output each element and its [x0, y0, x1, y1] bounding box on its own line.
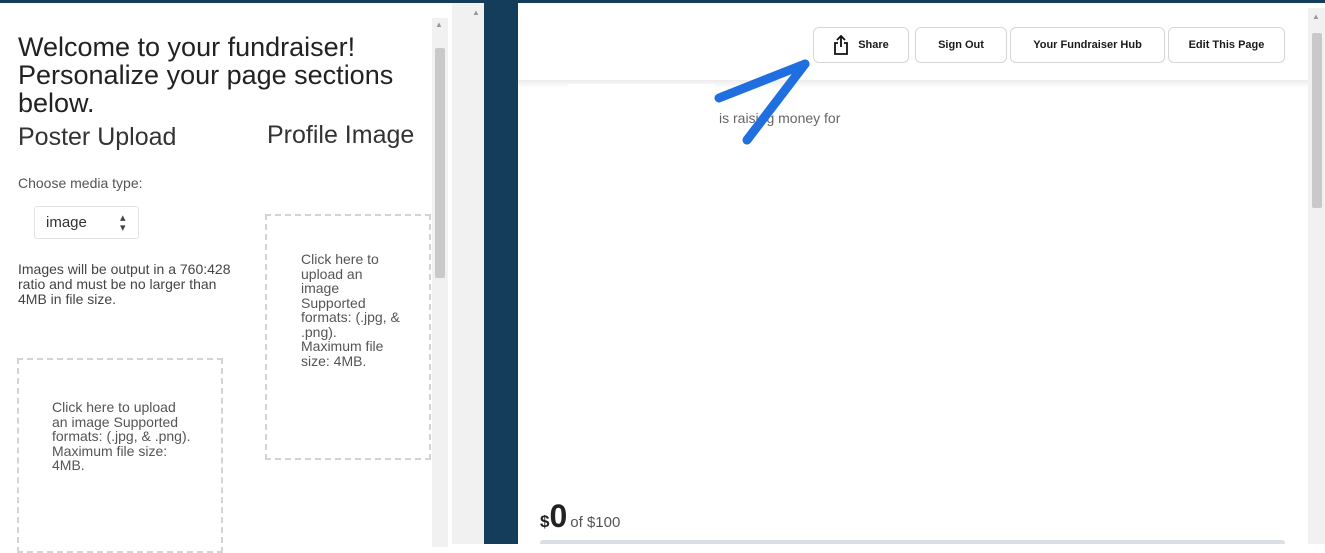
scroll-up-icon[interactable]: ▲	[472, 8, 480, 17]
chevron-up-down-icon: ▴ ▾	[120, 212, 126, 234]
poster-upload-dropzone[interactable]: Click here to upload an image Supported …	[17, 358, 223, 553]
scroll-up-icon[interactable]: ▲	[1312, 12, 1320, 21]
editor-scrollbar[interactable]: ▲	[432, 18, 448, 547]
poster-upload-title: Poster Upload	[18, 123, 177, 151]
fundraiser-preview: Share Sign Out Your Fundraiser Hub Edit …	[518, 8, 1308, 544]
profile-dropzone-text: Click here to upload an image Supported …	[301, 251, 400, 369]
amount-value: 0	[549, 498, 568, 534]
progress-bar	[540, 540, 1285, 544]
editor-scrollbar-thumb[interactable]	[435, 48, 445, 278]
media-type-value: image	[46, 214, 87, 231]
welcome-heading: Welcome to your fundraiser! Personalize …	[18, 32, 394, 118]
fundraiser-hub-button[interactable]: Your Fundraiser Hub	[1010, 27, 1165, 63]
amount-goal: of $100	[570, 514, 621, 531]
share-icon	[833, 35, 849, 55]
fundraiser-name-placeholder	[568, 84, 715, 110]
preview-scrollbar[interactable]: ▲	[1308, 8, 1325, 544]
sign-out-button[interactable]: Sign Out	[915, 27, 1007, 63]
edit-page-button[interactable]: Edit This Page	[1168, 27, 1285, 63]
preview-scrollbar-thumb[interactable]	[1312, 33, 1322, 208]
preview-frame-border	[484, 3, 518, 544]
amount-raised: $0 of $100	[540, 498, 620, 535]
media-type-label: Choose media type:	[18, 175, 143, 191]
editor-panel: Welcome to your fundraiser! Personalize …	[0, 3, 452, 553]
panel-gutter: ▲	[452, 3, 484, 544]
arrow-annotation-icon	[714, 59, 810, 145]
share-button[interactable]: Share	[813, 27, 909, 63]
media-size-note: Images will be output in a 760:428 ratio…	[18, 261, 231, 307]
scroll-up-icon[interactable]: ▲	[435, 20, 443, 29]
share-button-label: Share	[858, 39, 889, 51]
profile-image-dropzone[interactable]: Click here to upload an image Supported …	[265, 214, 431, 460]
poster-dropzone-text: Click here to upload an image Supported …	[52, 399, 191, 473]
profile-image-title: Profile Image	[267, 121, 415, 149]
media-type-select[interactable]: image ▴ ▾	[34, 206, 139, 239]
